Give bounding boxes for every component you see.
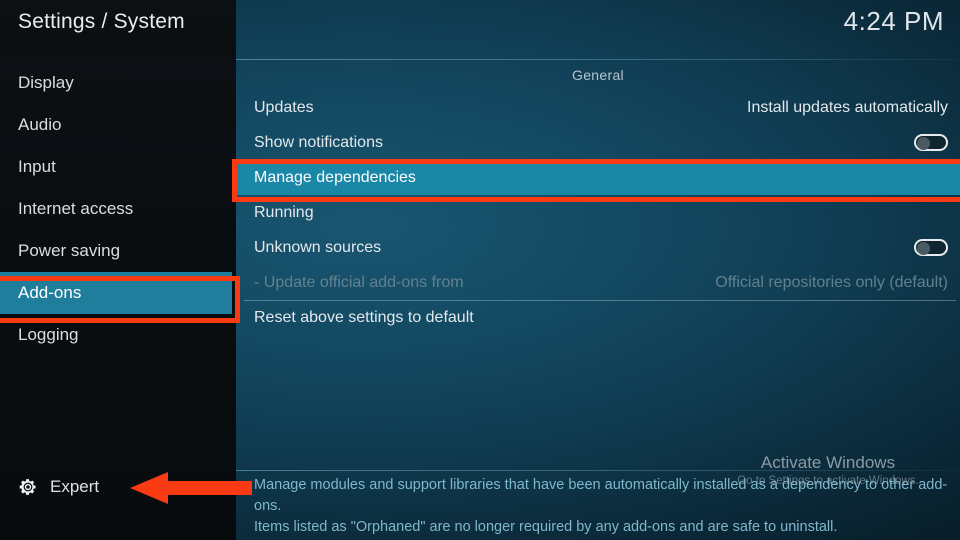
setting-label: Updates <box>254 98 314 116</box>
sidebar-item-label: Internet access <box>18 199 134 218</box>
setting-row-unknown-sources[interactable]: Unknown sources <box>236 230 960 265</box>
sidebar-item-label: Input <box>18 157 56 176</box>
sidebar-item-label: Add-ons <box>18 283 82 302</box>
title-bar: Settings / System 4:24 PM <box>0 0 960 57</box>
unknown-sources-toggle[interactable] <box>914 239 948 256</box>
settings-rows: Updates Install updates automatically Sh… <box>236 90 960 335</box>
settings-group-header: General <box>572 67 624 83</box>
sidebar-item-internet-access[interactable]: Internet access <box>0 188 236 230</box>
setting-label: Unknown sources <box>254 238 382 256</box>
setting-row-show-notifications[interactable]: Show notifications <box>236 125 960 160</box>
settings-level-button[interactable]: Expert <box>0 467 236 507</box>
setting-row-manage-dependencies[interactable]: Manage dependencies <box>236 160 960 195</box>
content-top-divider <box>236 59 960 60</box>
sidebar-item-power-saving[interactable]: Power saving <box>0 230 236 272</box>
sidebar-item-logging[interactable]: Logging <box>0 314 236 356</box>
setting-value: Install updates automatically <box>747 98 948 116</box>
toggle-knob <box>917 137 930 150</box>
description-divider <box>236 470 960 471</box>
sidebar: Display Audio Input Internet access Powe… <box>0 0 236 540</box>
setting-description: Manage modules and support libraries tha… <box>254 475 954 538</box>
sidebar-item-audio[interactable]: Audio <box>0 104 236 146</box>
kodi-settings-window: Settings / System 4:24 PM Display Audio … <box>0 0 960 540</box>
clock: 4:24 PM <box>843 6 944 36</box>
setting-label: Show notifications <box>254 133 383 151</box>
settings-level-label: Expert <box>50 477 100 496</box>
description-line-2: Items listed as "Orphaned" are no longer… <box>254 519 838 535</box>
sidebar-category-list: Display Audio Input Internet access Powe… <box>0 62 236 356</box>
sidebar-item-label: Logging <box>18 325 79 344</box>
description-line-1: Manage modules and support libraries tha… <box>254 477 948 514</box>
setting-row-update-official-add-ons-from: - Update official add-ons from Official … <box>236 265 960 300</box>
sidebar-item-label: Audio <box>18 115 62 134</box>
sidebar-item-input[interactable]: Input <box>0 146 236 188</box>
setting-value: Official repositories only (default) <box>715 273 948 291</box>
toggle-knob <box>917 242 930 255</box>
setting-label: Running <box>254 203 314 221</box>
gear-icon <box>18 477 38 497</box>
sidebar-item-display[interactable]: Display <box>0 62 236 104</box>
setting-label: Manage dependencies <box>254 168 416 186</box>
sidebar-item-label: Power saving <box>18 241 121 260</box>
sidebar-item-add-ons[interactable]: Add-ons <box>0 272 232 314</box>
setting-label: Reset above settings to default <box>254 308 474 326</box>
page-title: Settings / System <box>18 10 185 33</box>
settings-content-panel: General Updates Install updates automati… <box>236 57 960 540</box>
sidebar-item-label: Display <box>18 73 74 92</box>
show-notifications-toggle[interactable] <box>914 134 948 151</box>
setting-label: - Update official add-ons from <box>254 273 464 291</box>
setting-row-updates[interactable]: Updates Install updates automatically <box>236 90 960 125</box>
setting-row-running[interactable]: Running <box>236 195 960 230</box>
setting-row-reset-above-settings[interactable]: Reset above settings to default <box>236 300 960 335</box>
